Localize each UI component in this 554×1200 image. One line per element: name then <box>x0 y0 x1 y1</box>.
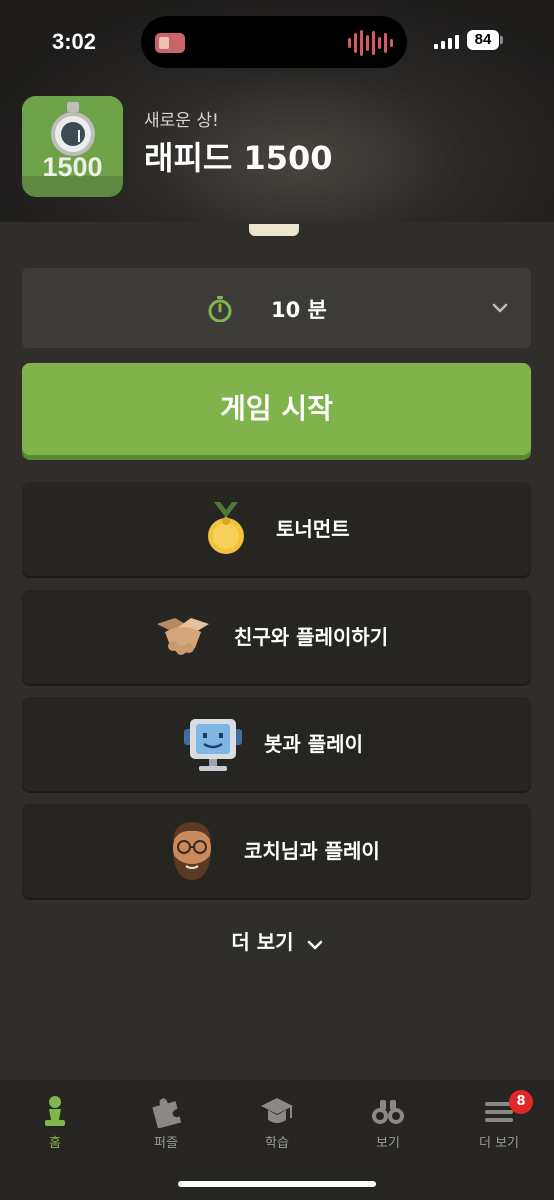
battery-icon: 84 <box>467 30 499 50</box>
stopwatch-crown <box>67 102 79 112</box>
show-more-button[interactable]: 더 보기 <box>0 922 554 962</box>
nav-label: 보기 <box>376 1136 400 1151</box>
menu-item-label: 코치님과 플레이 <box>244 839 380 863</box>
show-more-label: 더 보기 <box>231 930 294 954</box>
chevron-down-icon <box>492 303 508 313</box>
stopwatch-icon <box>51 112 95 156</box>
nav-learn[interactable]: 학습 <box>222 1080 332 1160</box>
nav-home[interactable]: 홈 <box>0 1080 110 1160</box>
stopwatch-icon <box>208 296 232 322</box>
battery-tip <box>500 36 503 44</box>
time-control-value: 10 분 <box>271 298 327 322</box>
binoculars-icon <box>372 1100 404 1124</box>
award-subtitle: 새로운 상! <box>144 111 219 131</box>
nav-label: 더 보기 <box>478 1136 519 1151</box>
award-badge[interactable]: 1500 <box>22 96 123 197</box>
menu-item-play-bot[interactable]: 봇과 플레이 <box>22 697 531 791</box>
medal-icon <box>208 502 244 554</box>
nav-more[interactable]: 더 보기 <box>444 1080 554 1160</box>
start-game-label: 게임 시작 <box>220 392 333 425</box>
pawn-icon <box>45 1096 65 1126</box>
menu-item-tournament[interactable]: 토너먼트 <box>22 482 531 576</box>
audio-waveform-icon <box>348 29 393 57</box>
clock-time: 3:02 <box>52 29 97 54</box>
now-playing-thumbnail <box>155 33 185 53</box>
menu-item-play-coach[interactable]: 코치님과 플레이 <box>22 804 531 898</box>
graduation-cap-icon <box>261 1098 293 1123</box>
nav-label: 홈 <box>49 1136 61 1151</box>
coach-avatar-icon <box>173 822 211 880</box>
robot-computer-icon <box>184 719 242 771</box>
nav-watch[interactable]: 보기 <box>333 1080 443 1160</box>
menu-item-play-friend[interactable]: 친구와 플레이하기 <box>22 590 531 684</box>
home-indicator[interactable] <box>178 1181 376 1187</box>
dynamic-island[interactable] <box>141 16 407 68</box>
award-badge-number: 1500 <box>42 152 103 182</box>
header-area: 3:02 84 1500 새로운 상! 래피드 1500 <box>0 0 554 222</box>
chevron-down-icon <box>307 940 322 949</box>
nav-puzzles[interactable]: 퍼즐 <box>111 1080 221 1160</box>
menu-item-label: 친구와 플레이하기 <box>234 625 389 649</box>
handshake-icon <box>157 618 209 655</box>
status-bar: 3:02 84 <box>0 0 554 80</box>
menu-item-label: 봇과 플레이 <box>264 732 363 756</box>
signal-icon <box>434 33 459 49</box>
notification-badge: 8 <box>509 1090 533 1114</box>
start-game-button[interactable]: 게임 시작 <box>22 363 531 455</box>
sheet-grab-handle[interactable] <box>249 224 299 236</box>
nav-label: 퍼즐 <box>154 1136 178 1151</box>
menu-item-label: 토너먼트 <box>276 517 350 541</box>
time-control-dropdown[interactable]: 10 분 <box>22 268 531 348</box>
nav-label: 학습 <box>265 1136 289 1151</box>
puzzle-icon <box>152 1098 182 1128</box>
award-title: 래피드 1500 <box>144 139 333 177</box>
